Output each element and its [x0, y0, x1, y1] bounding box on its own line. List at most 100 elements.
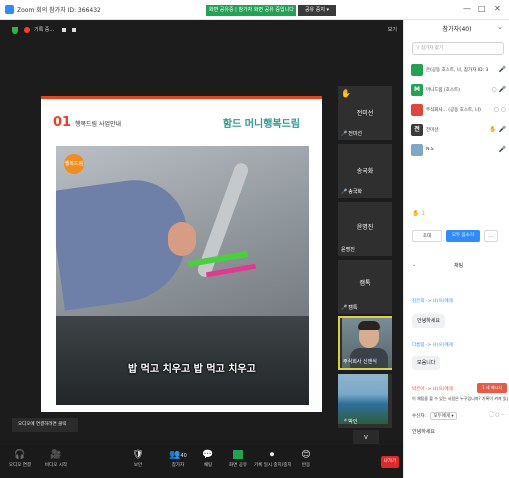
chat-message: 안녕하세요 — [412, 314, 446, 328]
slide-subtitle: 행복드림 사업안내 — [75, 121, 122, 128]
avatar — [411, 144, 423, 156]
file-icon[interactable]: 🗋 ○ ··· — [490, 412, 506, 420]
view-button[interactable]: 보기 — [388, 26, 397, 33]
mic-muted-icon: 🎤 — [341, 131, 348, 137]
video-tile-active-speaker[interactable]: 주식회사 신앤식 — [338, 316, 392, 370]
chat-input[interactable]: 안녕하세요 — [412, 428, 435, 435]
toolbar-label: 오디오 연결 — [8, 463, 32, 468]
reactions-button[interactable]: 😊 반응 — [288, 448, 324, 468]
toolbar-label: 반응 — [301, 463, 311, 468]
tile-label: 🎤캠톡 — [341, 305, 358, 311]
participant-status: 🎤 — [498, 66, 506, 73]
chat-visibility-notice[interactable]: 이 채팅을 볼 수 있는 사람은 누구입니까? 기록이 켜져 있습니다 — [412, 396, 508, 402]
zoom-logo-icon — [5, 5, 14, 14]
meeting-topbar: 기록 중... 보기 — [0, 20, 403, 40]
tile-label: 주식회사 신앤식 — [343, 359, 377, 365]
chat-title: 채팅 — [454, 263, 464, 269]
join-audio-button[interactable]: 🎧 오디오 연결 — [2, 448, 38, 468]
maximize-button[interactable]: □ — [478, 4, 486, 13]
search-placeholder: 참가자 찾기 — [420, 46, 444, 51]
invite-button[interactable]: 초대 — [412, 230, 442, 242]
recording-label: 기록 중... — [34, 27, 55, 33]
pause-stop-recording-button[interactable]: ⏺ 기록 일시 중지/중지 — [254, 448, 292, 468]
video-tile[interactable]: 🎤박인 — [338, 374, 392, 428]
participants-panel: 참가자(40) ⌄ ⌕ 참가자 찾기 은(공동 호스트, 나, 참가자 ID: … — [403, 20, 509, 478]
participant-status: 🎤 — [498, 146, 506, 153]
participant-name: 주식회사... (공동 호스트, 나) — [426, 108, 481, 113]
tile-name: 캠톡 — [359, 280, 371, 287]
encryption-shield-icon[interactable] — [12, 27, 18, 34]
participant-row[interactable]: 은(공동 호스트, 나, 참가자 ID: 366432) 🎤 — [404, 60, 509, 80]
participant-list: 은(공동 호스트, 나, 참가자 ID: 366432) 🎤 M 머니드림 (호… — [404, 60, 509, 160]
pause-recording-icon[interactable] — [62, 28, 66, 32]
participant-search-input[interactable]: ⌕ 참가자 찾기 — [412, 42, 504, 55]
avatar: 전 — [411, 124, 423, 136]
chat-sender: 김은희 -> 나(으)에게 — [412, 299, 453, 304]
video-tile[interactable]: 캠톡 🎤캠톡 — [338, 260, 392, 314]
meeting-area: 기록 중... 보기 01 행복드림 사업안내 함드 머니행복드림 행복드림 밥… — [0, 20, 403, 478]
share-screen-button[interactable]: 화면 공유 — [220, 448, 256, 468]
meeting-toolbar: 🎧 오디오 연결 🎥 비디오 시작 🛡 보안 👥40 참가자 💬 채팅 화면 공… — [0, 445, 403, 478]
panel-close-icon[interactable]: ⌄ — [497, 23, 503, 31]
toolbar-label: 화면 공유 — [229, 463, 247, 468]
participant-name: 전미선 — [426, 128, 439, 133]
chat-sender: 다름림 -> 나(으)에게 — [412, 343, 453, 348]
photo-caption: 밥 먹고 치우고 밥 먹고 치우고 — [128, 364, 256, 375]
toolbar-label: 기록 일시 중지/중지 — [254, 463, 292, 468]
avatar: M — [411, 84, 423, 96]
participant-status: ✋ 🎤 — [489, 126, 506, 133]
participant-status: ○ ○ — [493, 106, 506, 113]
recipient-select[interactable]: 모두에게 ▾ — [430, 412, 457, 420]
stop-recording-icon[interactable] — [72, 28, 76, 32]
participant-name: 은(공동 호스트, 나, 참가자 ID: 366432) — [426, 68, 488, 73]
headphone-icon: 🎧 — [14, 450, 26, 460]
participant-row[interactable]: M 머니드림 (호스트) ○ 🎤 — [404, 80, 509, 100]
mute-all-button[interactable]: 모두 음소거 — [446, 230, 480, 242]
participant-row[interactable]: 주식회사... (공동 호스트, 나) ○ ○ — [404, 100, 509, 120]
shared-screen: 01 행복드림 사업안내 함드 머니행복드림 행복드림 밥 먹고 치우고 밥 먹… — [41, 96, 322, 412]
avatar — [411, 104, 423, 116]
record-icon: ⏺ — [269, 450, 275, 460]
scroll-down-button[interactable]: v — [353, 430, 379, 444]
tile-name: 송국화 — [356, 168, 374, 175]
slide-number: 01 — [53, 115, 72, 130]
minimize-button[interactable]: — — [463, 4, 471, 13]
start-video-button[interactable]: 🎥 비디오 시작 — [38, 448, 74, 468]
chat-recipient-row: 수신자: 모두에게 ▾ 🗋 ○ ··· — [412, 412, 508, 422]
video-tile[interactable]: ✋ 전미선 🎤전미선 — [338, 86, 392, 140]
tile-label: 🎤전미선 — [341, 131, 363, 137]
leave-button[interactable]: 나가기 — [381, 456, 399, 468]
video-camera-icon: 🎥 — [50, 450, 62, 460]
tile-label: 🎤박인 — [341, 419, 358, 425]
more-options-button[interactable]: ... — [484, 230, 498, 242]
slide-logo: 함드 머니행복드림 — [222, 119, 300, 130]
shield-icon: 🛡 — [132, 450, 144, 460]
panel-title: 참가자(40) — [442, 26, 472, 33]
new-message-badge[interactable]: 1 새 메시지 — [477, 383, 507, 393]
person-hair-shape — [358, 321, 380, 330]
participant-status: ○ 🎤 — [491, 86, 506, 93]
tile-label: 🎤송국화 — [341, 189, 363, 195]
audio-tooltip: 오디오에 연결하려면 클릭 — [12, 418, 78, 432]
screen-share-banner: 화면 공유중 | 참가자 화면 공유 중입니다 — [206, 5, 296, 16]
raised-hand-count: ✋ 1 — [412, 210, 426, 217]
recipient-label: 수신자: — [412, 414, 426, 419]
stop-share-button[interactable]: 공유 중지 ▾ — [298, 5, 336, 16]
window-titlebar: Zoom 회의 참가자 ID: 366432 화면 공유중 | 참가자 화면 공… — [0, 0, 509, 20]
tile-name: 전미선 — [356, 110, 374, 117]
chat-sender-private: 박은아 -> 나(으)에게 — [412, 387, 453, 392]
toolbar-label: 비디오 시작 — [44, 463, 68, 468]
participant-row[interactable]: N.S 🎤 — [404, 140, 509, 160]
video-tile[interactable]: 윤명진 윤명진 — [338, 202, 392, 256]
mic-muted-icon: 🎤 — [341, 305, 348, 311]
toolbar-label: 보안 — [133, 463, 143, 468]
chevron-down-icon[interactable]: ⌄ — [412, 262, 416, 268]
photo-badge: 행복드림 — [64, 154, 84, 174]
participant-row[interactable]: 전 전미선 ✋ 🎤 — [404, 120, 509, 140]
participant-video — [338, 374, 388, 424]
raised-hand-icon: ✋ — [341, 89, 351, 98]
close-button[interactable]: ✕ — [494, 4, 501, 13]
security-button[interactable]: 🛡 보안 — [120, 448, 156, 468]
emoji-icon: 😊 — [301, 450, 311, 460]
video-tile[interactable]: 송국화 🎤송국화 — [338, 144, 392, 198]
